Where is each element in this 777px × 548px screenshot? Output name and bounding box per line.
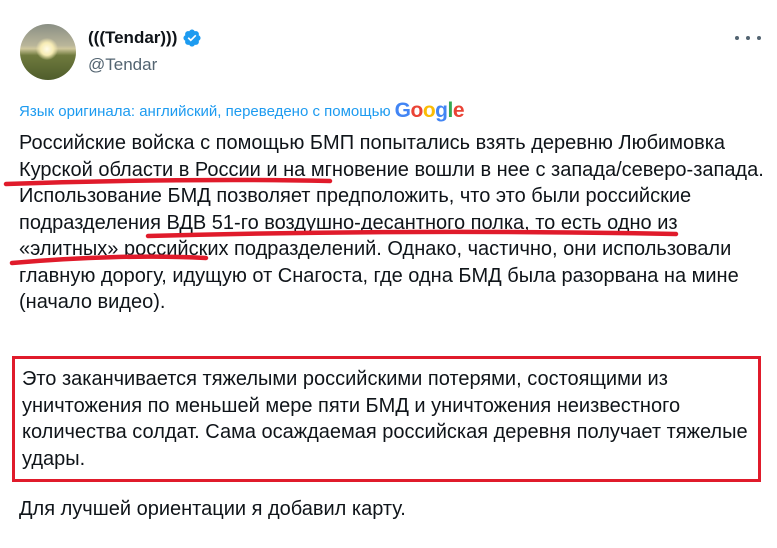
author-handle[interactable]: @Tendar — [88, 55, 157, 75]
google-logo-letter: e — [452, 99, 465, 122]
translation-notice-text: Язык оригинала: английский, переведено с… — [19, 102, 391, 120]
google-logo-letter: o — [422, 99, 436, 122]
translation-notice[interactable]: Язык оригинала: английский, переведено с… — [19, 99, 465, 123]
more-options-icon[interactable] — [735, 28, 761, 48]
author-name-row: (((Tendar))) — [88, 28, 202, 48]
author-avatar[interactable] — [20, 24, 76, 80]
tweet-paragraph-1: Российские войска с помощью БМП попытали… — [19, 132, 764, 313]
more-dot — [746, 36, 750, 40]
more-dot — [757, 36, 761, 40]
google-logo-letter: o — [410, 99, 424, 122]
google-logo-letter: g — [435, 99, 448, 122]
google-logo: Google — [394, 99, 465, 123]
tweet-paragraph-3: Для лучшей ориентации я добавил карту. — [19, 498, 406, 520]
red-highlight-box: Это заканчивается тяжелыми российскими п… — [12, 356, 761, 482]
tweet-paragraph-2: Это заканчивается тяжелыми российскими п… — [22, 368, 748, 470]
more-dot — [735, 36, 739, 40]
google-logo-letter: G — [394, 99, 411, 122]
verified-badge-icon — [183, 29, 201, 47]
avatar-sun — [36, 38, 58, 60]
author-display-name[interactable]: (((Tendar))) — [88, 28, 177, 48]
